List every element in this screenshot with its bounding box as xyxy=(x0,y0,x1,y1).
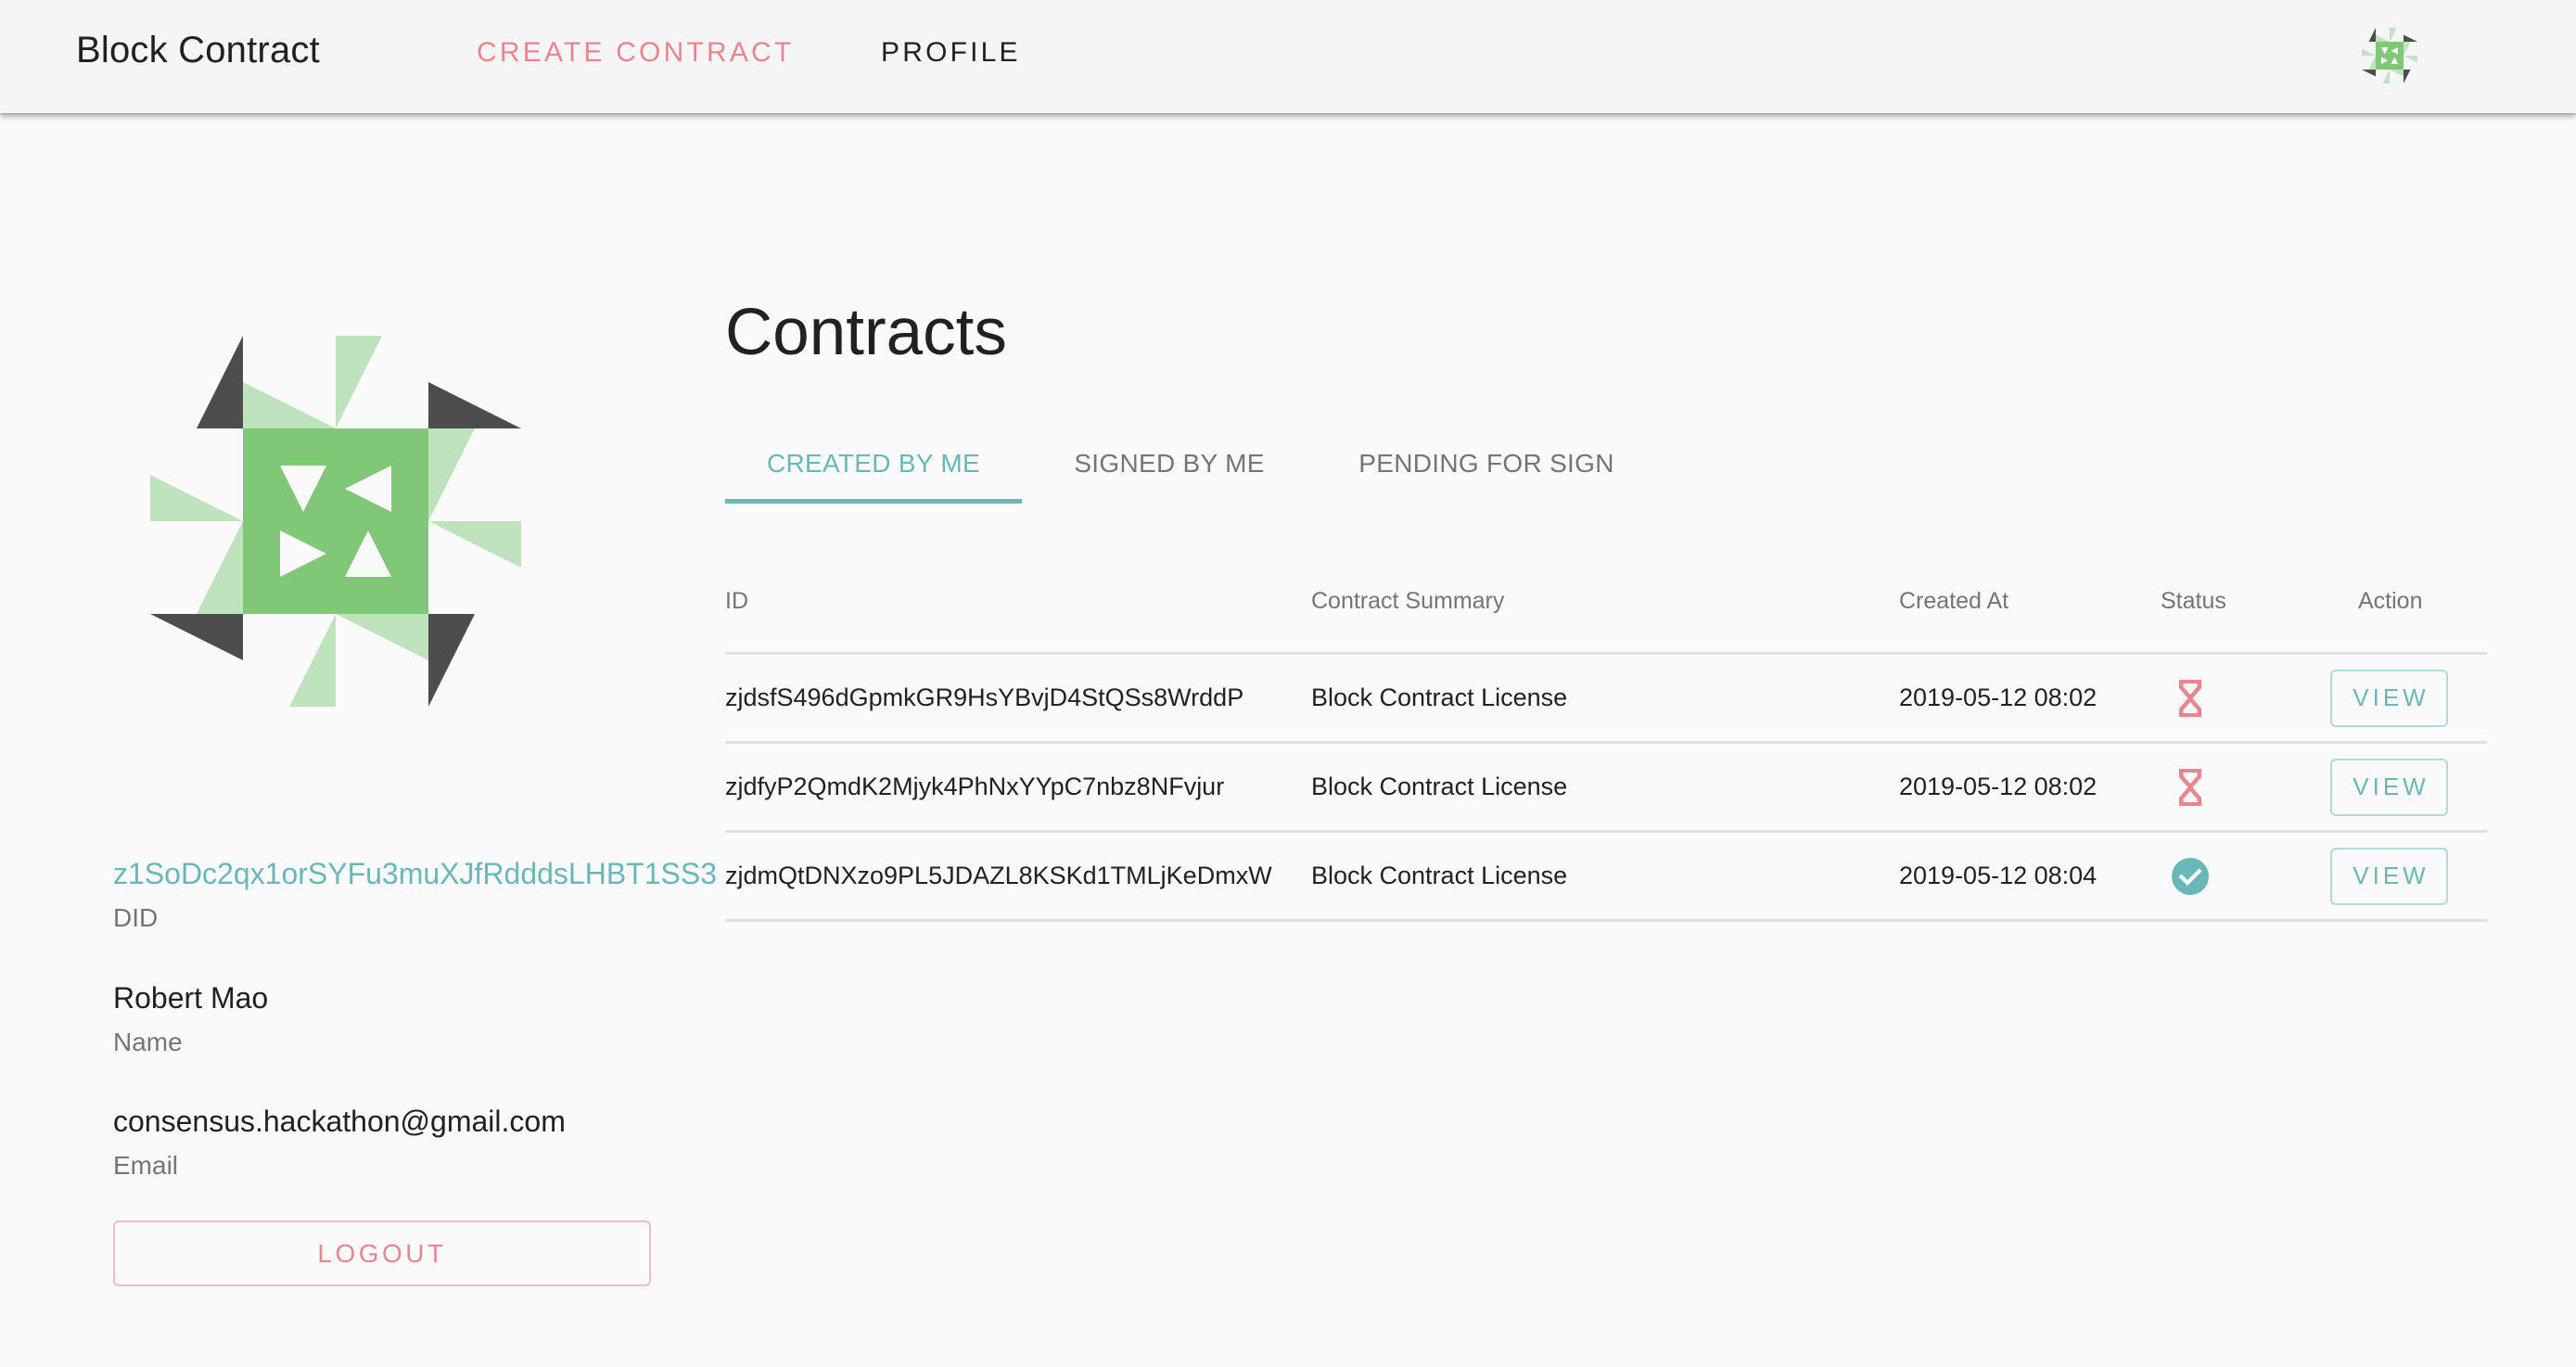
view-button[interactable]: VIEW xyxy=(2330,758,2448,816)
contract-status xyxy=(2161,744,2220,830)
identicon-triangle xyxy=(243,382,336,428)
profile-avatar-icon xyxy=(150,336,521,707)
check-circle-icon xyxy=(2172,857,2209,895)
identicon-triangle xyxy=(150,475,243,521)
contract-summary: Block Contract License xyxy=(1311,773,1568,800)
tab-label: PENDING FOR SIGN xyxy=(1358,449,1614,478)
identicon-center xyxy=(2376,42,2404,70)
identicon-triangle xyxy=(2376,34,2390,42)
contract-id: zjdmQtDNXzo9PL5JDAZL8KSKd1TMLjKeDmxW xyxy=(725,862,1272,889)
table-header: ID Contract Summary Created At Status Ac… xyxy=(725,566,2487,655)
identicon-triangle xyxy=(2362,48,2376,56)
identicon-triangle xyxy=(150,614,243,660)
identicon-triangle xyxy=(2404,34,2417,42)
view-button[interactable]: VIEW xyxy=(2330,847,2448,905)
nav-profile[interactable]: PROFILE xyxy=(881,37,1021,69)
identicon-triangle xyxy=(2404,42,2411,56)
identicon-triangle xyxy=(2390,28,2397,42)
column-header-status: Status xyxy=(2161,588,2226,614)
identicon-triangle xyxy=(336,614,428,660)
page-title: Contracts xyxy=(725,296,1007,369)
contract-summary: Block Contract License xyxy=(1311,684,1568,711)
contracts-table: ID Contract Summary Created At Status Ac… xyxy=(725,566,2487,922)
identicon-triangle xyxy=(197,336,243,428)
did-value: z1SoDc2qx1orSYFu3muXJfRdddsLHBT1SS3 xyxy=(113,857,717,890)
contract-status xyxy=(2161,833,2220,919)
avatar-icon[interactable] xyxy=(2362,28,2417,83)
identicon-triangle xyxy=(428,382,521,428)
contract-action: VIEW xyxy=(2330,744,2448,830)
name-label: Name xyxy=(113,1028,183,1056)
contract-created-at: 2019-05-12 08:02 xyxy=(1899,773,2098,800)
hourglass-icon xyxy=(2179,768,2201,806)
logout-button[interactable]: LOGOUT xyxy=(113,1220,651,1286)
app-bar: Block Contract CREATE CONTRACT PROFILE xyxy=(0,0,2576,113)
contract-id: zjdfyP2QmdK2Mjyk4PhNxYYpC7nbz8NFvjur xyxy=(725,773,1225,800)
identicon-triangle xyxy=(2404,70,2411,83)
identicon-triangle xyxy=(289,614,336,707)
column-header-created-at: Created At xyxy=(1899,588,2009,614)
identicon-triangle xyxy=(2368,56,2376,70)
nav-create-contract[interactable]: CREATE CONTRACT xyxy=(477,37,794,69)
identicon-center xyxy=(243,428,428,614)
column-header-id: ID xyxy=(725,588,748,614)
contract-action: VIEW xyxy=(2330,655,2448,741)
tab-signed-by-me[interactable]: SIGNED BY ME xyxy=(1022,422,1317,505)
view-button[interactable]: VIEW xyxy=(2330,669,2448,727)
table-row: zjdsfS496dGpmkGR9HsYBvjD4StQSs8WrddP Blo… xyxy=(725,655,2487,744)
identicon-triangle xyxy=(428,614,475,707)
tab-pending-for-sign[interactable]: PENDING FOR SIGN xyxy=(1317,422,1656,505)
identicon-triangle xyxy=(428,428,475,521)
name-value: Robert Mao xyxy=(113,981,269,1015)
tab-label: SIGNED BY ME xyxy=(1074,449,1265,478)
contract-created-at: 2019-05-12 08:02 xyxy=(1899,684,2098,711)
identicon-triangle xyxy=(197,521,243,614)
table-row: zjdmQtDNXzo9PL5JDAZL8KSKd1TMLjKeDmxW Blo… xyxy=(725,833,2487,922)
identicon-triangle xyxy=(2404,56,2417,63)
identicon-triangle xyxy=(2368,28,2376,42)
identicon-triangle xyxy=(428,521,521,568)
identicon-triangle xyxy=(336,336,382,428)
identicon-triangle xyxy=(2382,70,2390,83)
column-header-summary: Contract Summary xyxy=(1311,588,1505,614)
email-value: consensus.hackathon@gmail.com xyxy=(113,1105,566,1138)
hourglass-icon xyxy=(2179,679,2201,717)
contract-status xyxy=(2161,655,2220,741)
email-label: Email xyxy=(113,1151,179,1180)
table-row: zjdfyP2QmdK2Mjyk4PhNxYYpC7nbz8NFvjur Blo… xyxy=(725,744,2487,833)
contract-action: VIEW xyxy=(2330,833,2448,919)
tab-created-by-me[interactable]: CREATED BY ME xyxy=(725,422,1022,505)
identicon-triangle xyxy=(2362,70,2376,77)
contract-tabs: CREATED BY ME SIGNED BY ME PENDING FOR S… xyxy=(725,422,1656,505)
app-title[interactable]: Block Contract xyxy=(76,30,320,71)
active-tab-indicator xyxy=(725,499,1022,504)
contract-id: zjdsfS496dGpmkGR9HsYBvjD4StQSs8WrddP xyxy=(725,684,1244,711)
contract-summary: Block Contract License xyxy=(1311,862,1568,889)
column-header-action: Action xyxy=(2358,588,2423,614)
did-label: DID xyxy=(113,903,159,932)
contract-created-at: 2019-05-12 08:04 xyxy=(1899,862,2098,889)
identicon-triangle xyxy=(2390,70,2404,77)
tab-label: CREATED BY ME xyxy=(766,449,981,478)
